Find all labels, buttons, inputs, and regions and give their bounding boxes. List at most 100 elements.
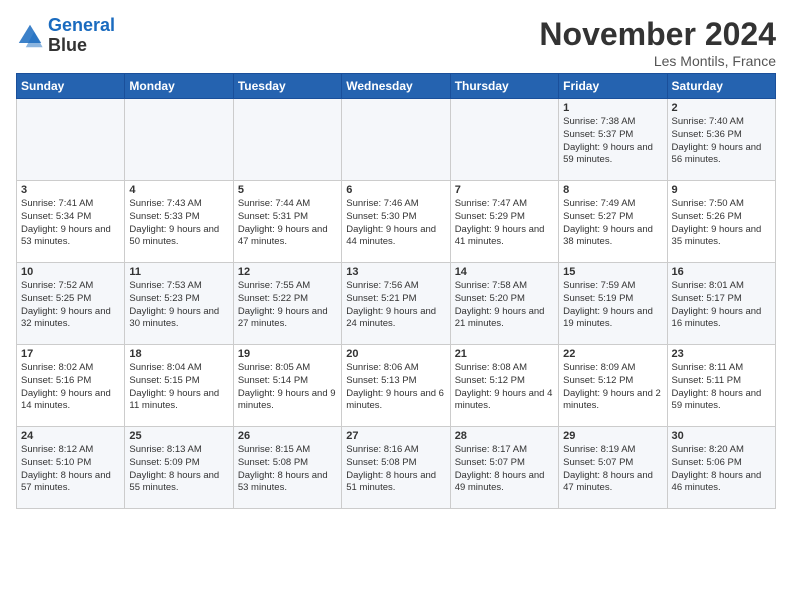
calendar-cell: 3 Sunrise: 7:41 AM Sunset: 5:34 PM Daylig… — [17, 181, 125, 263]
day-info: Sunrise: 7:55 AM Sunset: 5:22 PM Dayligh… — [238, 280, 337, 331]
calendar-cell: 4Sunrise: 7:43 AM Sunset: 5:33 PM Daylig… — [125, 181, 233, 263]
calendar-cell: 9 Sunrise: 7:50 AM Sunset: 5:26 PM Daylig… — [667, 181, 775, 263]
calendar-cell: 14Sunrise: 7:58 AM Sunset: 5:20 PM Dayli… — [450, 263, 558, 345]
header-cell-tuesday: Tuesday — [233, 74, 341, 99]
day-number: 5 — [238, 184, 337, 196]
calendar-cell: 10Sunrise: 7:52 AM Sunset: 5:25 PM Dayli… — [17, 263, 125, 345]
day-number: 19 — [238, 348, 337, 360]
day-number: 15 — [563, 266, 662, 278]
day-info: Sunrise: 8:04 AM Sunset: 5:15 PM Dayligh… — [129, 362, 228, 413]
day-number: 6 — [346, 184, 445, 196]
page-container: General Blue November 2024 Les Montils, … — [0, 0, 792, 517]
calendar-week-row: 17Sunrise: 8:02 AM Sunset: 5:16 PM Dayli… — [17, 345, 776, 427]
header-cell-monday: Monday — [125, 74, 233, 99]
day-number: 9 — [672, 184, 771, 196]
day-number: 29 — [563, 430, 662, 442]
logo-icon — [16, 22, 44, 50]
calendar-cell — [450, 99, 558, 181]
day-info: Sunrise: 8:17 AM Sunset: 5:07 PM Dayligh… — [455, 444, 554, 495]
day-info: Sunrise: 8:05 AM Sunset: 5:14 PM Dayligh… — [238, 362, 337, 413]
calendar-cell — [125, 99, 233, 181]
calendar-cell: 21 Sunrise: 8:08 AM Sunset: 5:12 PM Dayli… — [450, 345, 558, 427]
location: Les Montils, France — [539, 53, 776, 69]
calendar-cell: 18 Sunrise: 8:04 AM Sunset: 5:15 PM Dayli… — [125, 345, 233, 427]
day-number: 3 — [21, 184, 120, 196]
day-number: 4 — [129, 184, 228, 196]
day-info: Sunrise: 8:13 AM Sunset: 5:09 PM Dayligh… — [129, 444, 228, 495]
day-number: 12 — [238, 266, 337, 278]
calendar-cell: 1 Sunrise: 7:38 AM Sunset: 5:37 PM Daylig… — [559, 99, 667, 181]
month-title: November 2024 — [539, 16, 776, 53]
calendar-cell — [17, 99, 125, 181]
day-number: 24 — [21, 430, 120, 442]
calendar-cell: 30 Sunrise: 8:20 AM Sunset: 5:06 PM Dayli… — [667, 427, 775, 509]
calendar-week-row: 3 Sunrise: 7:41 AM Sunset: 5:34 PM Daylig… — [17, 181, 776, 263]
day-info: Sunrise: 8:09 AM Sunset: 5:12 PM Dayligh… — [563, 362, 662, 413]
calendar-cell: 6Sunrise: 7:46 AM Sunset: 5:30 PM Daylig… — [342, 181, 450, 263]
day-info: Sunrise: 7:38 AM Sunset: 5:37 PM Dayligh… — [563, 116, 662, 167]
day-info: Sunrise: 7:44 AM Sunset: 5:31 PM Dayligh… — [238, 198, 337, 249]
calendar-cell: 16Sunrise: 8:01 AM Sunset: 5:17 PM Dayli… — [667, 263, 775, 345]
day-info: Sunrise: 8:19 AM Sunset: 5:07 PM Dayligh… — [563, 444, 662, 495]
day-number: 17 — [21, 348, 120, 360]
calendar-cell: 7Sunrise: 7:47 AM Sunset: 5:29 PM Daylig… — [450, 181, 558, 263]
calendar-cell: 29 Sunrise: 8:19 AM Sunset: 5:07 PM Dayli… — [559, 427, 667, 509]
day-number: 11 — [129, 266, 228, 278]
calendar-header-row: SundayMondayTuesdayWednesdayThursdayFrid… — [17, 74, 776, 99]
day-info: Sunrise: 8:16 AM Sunset: 5:08 PM Dayligh… — [346, 444, 445, 495]
day-info: Sunrise: 7:56 AM Sunset: 5:21 PM Dayligh… — [346, 280, 445, 331]
calendar-cell: 20 Sunrise: 8:06 AM Sunset: 5:13 PM Dayli… — [342, 345, 450, 427]
calendar-cell: 19 Sunrise: 8:05 AM Sunset: 5:14 PM Dayli… — [233, 345, 341, 427]
day-info: Sunrise: 8:12 AM Sunset: 5:10 PM Dayligh… — [21, 444, 120, 495]
calendar-week-row: 24 Sunrise: 8:12 AM Sunset: 5:10 PM Dayli… — [17, 427, 776, 509]
header-cell-sunday: Sunday — [17, 74, 125, 99]
day-number: 30 — [672, 430, 771, 442]
day-info: Sunrise: 7:49 AM Sunset: 5:27 PM Dayligh… — [563, 198, 662, 249]
day-number: 20 — [346, 348, 445, 360]
calendar-cell: 26Sunrise: 8:15 AM Sunset: 5:08 PM Dayli… — [233, 427, 341, 509]
day-number: 27 — [346, 430, 445, 442]
calendar-cell: 23 Sunrise: 8:11 AM Sunset: 5:11 PM Dayli… — [667, 345, 775, 427]
calendar-cell: 28 Sunrise: 8:17 AM Sunset: 5:07 PM Dayli… — [450, 427, 558, 509]
day-number: 1 — [563, 102, 662, 114]
day-info: Sunrise: 8:06 AM Sunset: 5:13 PM Dayligh… — [346, 362, 445, 413]
calendar-cell: 2 Sunrise: 7:40 AM Sunset: 5:36 PM Daylig… — [667, 99, 775, 181]
day-number: 10 — [21, 266, 120, 278]
header-cell-wednesday: Wednesday — [342, 74, 450, 99]
day-number: 18 — [129, 348, 228, 360]
calendar-cell: 25Sunrise: 8:13 AM Sunset: 5:09 PM Dayli… — [125, 427, 233, 509]
day-info: Sunrise: 8:20 AM Sunset: 5:06 PM Dayligh… — [672, 444, 771, 495]
calendar-cell: 24 Sunrise: 8:12 AM Sunset: 5:10 PM Dayli… — [17, 427, 125, 509]
header-cell-saturday: Saturday — [667, 74, 775, 99]
calendar-cell: 11 Sunrise: 7:53 AM Sunset: 5:23 PM Dayli… — [125, 263, 233, 345]
header: General Blue November 2024 Les Montils, … — [16, 16, 776, 69]
header-cell-thursday: Thursday — [450, 74, 558, 99]
day-info: Sunrise: 8:01 AM Sunset: 5:17 PM Dayligh… — [672, 280, 771, 331]
day-info: Sunrise: 7:59 AM Sunset: 5:19 PM Dayligh… — [563, 280, 662, 331]
calendar-cell — [233, 99, 341, 181]
calendar-week-row: 1 Sunrise: 7:38 AM Sunset: 5:37 PM Daylig… — [17, 99, 776, 181]
calendar-cell: 12 Sunrise: 7:55 AM Sunset: 5:22 PM Dayli… — [233, 263, 341, 345]
day-number: 23 — [672, 348, 771, 360]
day-number: 13 — [346, 266, 445, 278]
day-number: 8 — [563, 184, 662, 196]
day-number: 28 — [455, 430, 554, 442]
day-info: Sunrise: 8:08 AM Sunset: 5:12 PM Dayligh… — [455, 362, 554, 413]
day-info: Sunrise: 7:41 AM Sunset: 5:34 PM Dayligh… — [21, 198, 120, 249]
day-info: Sunrise: 8:11 AM Sunset: 5:11 PM Dayligh… — [672, 362, 771, 413]
day-info: Sunrise: 7:47 AM Sunset: 5:29 PM Dayligh… — [455, 198, 554, 249]
logo-text: General Blue — [48, 16, 115, 56]
day-info: Sunrise: 7:53 AM Sunset: 5:23 PM Dayligh… — [129, 280, 228, 331]
calendar-cell: 17Sunrise: 8:02 AM Sunset: 5:16 PM Dayli… — [17, 345, 125, 427]
day-number: 2 — [672, 102, 771, 114]
calendar-cell: 13 Sunrise: 7:56 AM Sunset: 5:21 PM Dayli… — [342, 263, 450, 345]
day-info: Sunrise: 7:40 AM Sunset: 5:36 PM Dayligh… — [672, 116, 771, 167]
day-number: 22 — [563, 348, 662, 360]
calendar-table: SundayMondayTuesdayWednesdayThursdayFrid… — [16, 73, 776, 509]
day-info: Sunrise: 7:50 AM Sunset: 5:26 PM Dayligh… — [672, 198, 771, 249]
day-number: 26 — [238, 430, 337, 442]
title-block: November 2024 Les Montils, France — [539, 16, 776, 69]
day-number: 21 — [455, 348, 554, 360]
calendar-week-row: 10Sunrise: 7:52 AM Sunset: 5:25 PM Dayli… — [17, 263, 776, 345]
day-number: 14 — [455, 266, 554, 278]
